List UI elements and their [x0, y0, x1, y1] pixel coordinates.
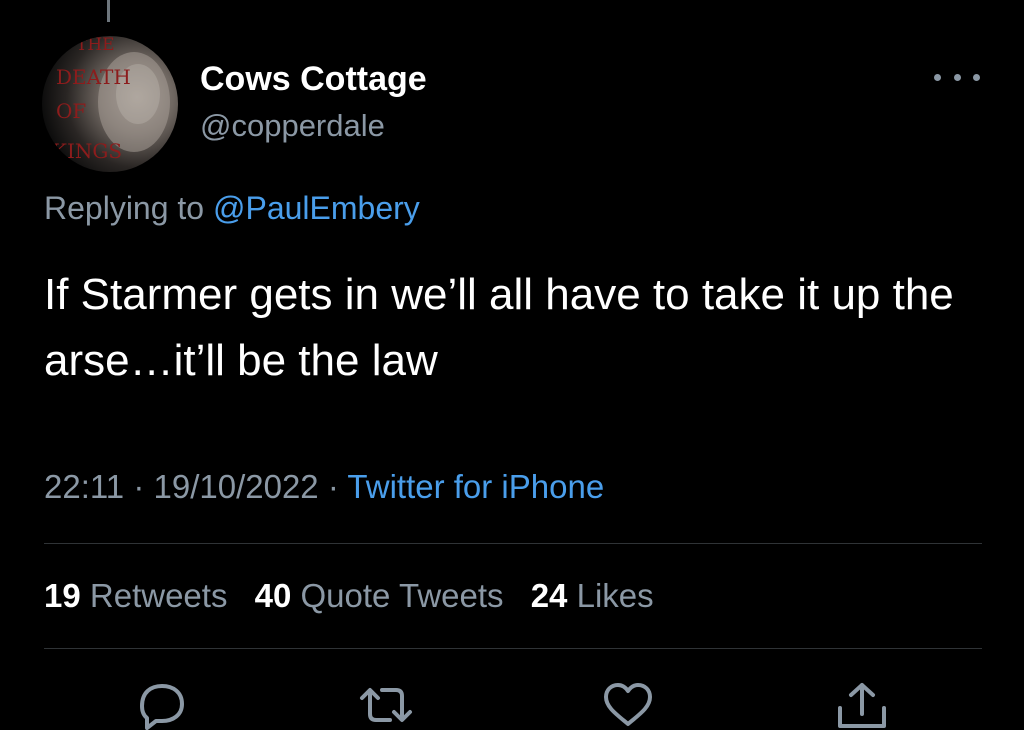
author-handle[interactable]: @copperdale — [200, 108, 385, 144]
replying-to-link[interactable]: @PaulEmbery — [213, 190, 420, 226]
retweet-icon — [360, 688, 412, 722]
more-dot-icon — [973, 73, 980, 81]
share-icon — [838, 683, 886, 728]
tweet-date[interactable]: 19/10/2022 — [153, 468, 318, 505]
like-icon — [604, 683, 652, 726]
divider — [44, 648, 982, 649]
quote-tweets-label: Quote Tweets — [300, 577, 504, 614]
replying-to: Replying to @PaulEmbery — [44, 190, 420, 227]
quote-tweets-stat[interactable]: 40 Quote Tweets — [255, 577, 504, 614]
more-dot-icon — [934, 73, 941, 81]
avatar-text-the: THE — [76, 36, 115, 55]
likes-count: 24 — [530, 577, 568, 614]
thread-connector-line — [107, 0, 110, 22]
likes-label: Likes — [576, 577, 654, 614]
tweet-stats: 19 Retweets 40 Quote Tweets 24 Likes — [44, 577, 672, 615]
more-options-button[interactable] — [934, 64, 980, 90]
retweets-label: Retweets — [89, 577, 228, 614]
likes-stat[interactable]: 24 Likes — [531, 577, 654, 614]
reply-button[interactable] — [132, 680, 192, 730]
retweets-stat[interactable]: 19 Retweets — [44, 577, 227, 614]
more-dot-icon — [953, 73, 961, 81]
quote-tweets-count: 40 — [254, 577, 292, 614]
retweets-count: 19 — [44, 577, 81, 614]
reply-icon — [140, 684, 184, 730]
tweet-meta: 22:11 · 19/10/2022 · Twitter for iPhone — [44, 468, 604, 506]
tweet-time[interactable]: 22:11 — [44, 468, 124, 505]
share-button[interactable] — [832, 680, 892, 730]
avatar-text-death: DEATH — [56, 65, 131, 89]
meta-separator: · — [133, 468, 145, 505]
divider — [44, 543, 982, 544]
avatar-text-kings: KINGS — [52, 139, 122, 163]
avatar-text-of: OF — [56, 99, 86, 123]
avatar[interactable]: THE DEATH OF KINGS — [42, 36, 178, 172]
retweet-button[interactable] — [356, 680, 416, 730]
tweet-source-link[interactable]: Twitter for iPhone — [347, 468, 604, 505]
author-name[interactable]: Cows Cottage — [200, 60, 427, 99]
tweet-text: If Starmer gets in we’ll all have to tak… — [44, 270, 954, 385]
meta-separator: · — [327, 468, 339, 505]
replying-to-label: Replying to — [44, 190, 205, 226]
like-button[interactable] — [598, 680, 658, 730]
